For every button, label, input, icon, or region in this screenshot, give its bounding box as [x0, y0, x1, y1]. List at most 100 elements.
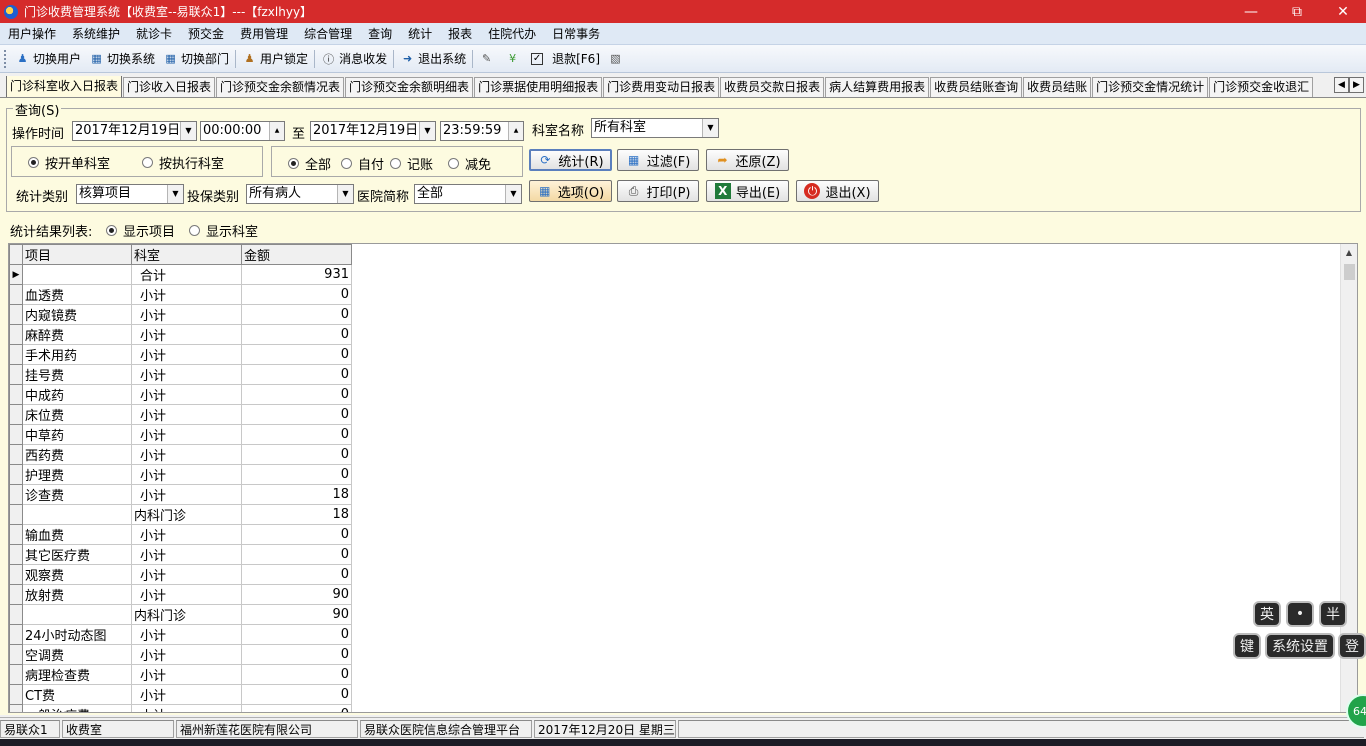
row-indicator[interactable]	[9, 524, 23, 545]
cell-item[interactable]: 挂号费	[22, 364, 132, 385]
cell-amount[interactable]: 0	[241, 384, 352, 405]
cell-amount[interactable]: 0	[241, 404, 352, 425]
options-button[interactable]: ▦ 选项(O)	[529, 180, 612, 202]
ime-keyboard-button[interactable]: 键	[1233, 633, 1261, 659]
cell-amount[interactable]: 0	[241, 324, 352, 345]
chevron-down-icon[interactable]: ▼	[702, 119, 718, 137]
cell-item[interactable]: 诊查费	[22, 484, 132, 505]
cell-amount[interactable]: 931	[241, 264, 352, 285]
table-row[interactable]: ▶ 合计 931	[9, 264, 352, 285]
row-indicator[interactable]	[9, 324, 23, 345]
table-row[interactable]: 手术用药 小计 0	[9, 344, 352, 365]
cell-amount[interactable]: 18	[241, 484, 352, 505]
radio-pay-self[interactable]: 自付	[341, 154, 384, 173]
table-row[interactable]: 内窥镜费 小计 0	[9, 304, 352, 325]
export-button[interactable]: X 导出(E)	[706, 180, 789, 202]
row-indicator[interactable]	[9, 344, 23, 365]
menu-general-management[interactable]: 综合管理	[296, 23, 360, 45]
cell-item[interactable]	[22, 604, 132, 625]
spin-arrows-icon[interactable]: ▲▼	[269, 122, 284, 140]
cell-dept[interactable]: 合计	[131, 264, 242, 285]
table-row[interactable]: 输血费 小计 0	[9, 524, 352, 545]
table-row[interactable]: 内科门诊 18	[9, 504, 352, 525]
radio-billing-dept[interactable]: 按开单科室	[28, 153, 110, 172]
menu-statistics[interactable]: 统计	[400, 23, 440, 45]
cell-item[interactable]: 中成药	[22, 384, 132, 405]
tab-outpatient-income-daily[interactable]: 门诊收入日报表	[123, 77, 216, 97]
cell-amount[interactable]: 0	[241, 304, 352, 325]
cell-item[interactable]: 西药费	[22, 444, 132, 465]
cell-amount[interactable]: 90	[241, 604, 352, 625]
spin-arrows-icon[interactable]: ▲▼	[508, 122, 523, 140]
table-row[interactable]: 诊查费 小计 18	[9, 484, 352, 505]
cell-item[interactable]: 中草药	[22, 424, 132, 445]
menu-reports[interactable]: 报表	[440, 23, 480, 45]
menu-query[interactable]: 查询	[360, 23, 400, 45]
dept-select[interactable]: 所有科室 ▼	[591, 118, 719, 138]
column-header-dept[interactable]: 科室	[131, 244, 242, 265]
row-indicator[interactable]	[9, 464, 23, 485]
cell-item[interactable]: 病理检查费	[22, 664, 132, 685]
end-date-picker[interactable]: 2017年12月19日 ▼	[310, 121, 436, 141]
scroll-thumb[interactable]	[1344, 264, 1355, 280]
ime-lang-button[interactable]: 英	[1253, 601, 1281, 627]
current-row-indicator-icon[interactable]: ▶	[9, 264, 23, 285]
exit-system-button[interactable]: ➜ 退出系统	[396, 48, 470, 70]
cell-dept[interactable]: 小计	[131, 484, 242, 505]
table-row[interactable]: 麻醉费 小计 0	[9, 324, 352, 345]
hospital-select[interactable]: 全部 ▼	[414, 184, 522, 204]
cell-item[interactable]	[22, 504, 132, 525]
tab-prepay-statistics[interactable]: 门诊预交金情况统计	[1092, 77, 1209, 97]
cell-amount[interactable]: 0	[241, 544, 352, 565]
cell-amount[interactable]: 0	[241, 364, 352, 385]
tab-cashier-settle[interactable]: 收费员结账	[1023, 77, 1092, 97]
radio-pay-all[interactable]: 全部	[288, 154, 331, 173]
cell-dept[interactable]: 小计	[131, 584, 242, 605]
menu-user-ops[interactable]: 用户操作	[0, 23, 64, 45]
insurance-select[interactable]: 所有病人 ▼	[246, 184, 354, 204]
stat-button[interactable]: ⟳ 统计(R)	[529, 149, 612, 171]
chevron-down-icon[interactable]: ▼	[180, 122, 196, 140]
table-row[interactable]: 挂号费 小计 0	[9, 364, 352, 385]
menu-prepay[interactable]: 预交金	[180, 23, 232, 45]
table-row[interactable]: 血透费 小计 0	[9, 284, 352, 305]
row-indicator[interactable]	[9, 484, 23, 505]
cell-item[interactable]: 内窥镜费	[22, 304, 132, 325]
column-header-amount[interactable]: 金额	[241, 244, 352, 265]
cell-amount[interactable]: 90	[241, 584, 352, 605]
tab-dept-income-daily[interactable]: 门诊科室收入日报表	[6, 76, 123, 97]
table-row[interactable]: 其它医疗费 小计 0	[9, 544, 352, 565]
ime-login-button[interactable]: 登	[1338, 633, 1366, 659]
table-row[interactable]: 中草药 小计 0	[9, 424, 352, 445]
table-row[interactable]: 空调费 小计 0	[9, 644, 352, 665]
edit-tool-button[interactable]: ✎	[475, 48, 501, 70]
lock-user-button[interactable]: ♟ 用户锁定	[238, 48, 312, 70]
ime-settings-button[interactable]: 系统设置	[1265, 633, 1335, 659]
table-row[interactable]: 病理检查费 小计 0	[9, 664, 352, 685]
cell-dept[interactable]: 小计	[131, 324, 242, 345]
cell-item[interactable]: CT费	[22, 684, 132, 705]
cell-dept[interactable]: 小计	[131, 444, 242, 465]
switch-system-button[interactable]: ▦ 切换系统	[85, 48, 159, 70]
print-button[interactable]: ⎙ 打印(P)	[617, 180, 699, 202]
stat-type-select[interactable]: 核算项目 ▼	[76, 184, 184, 204]
result-grid[interactable]: 项目 科室 金额 ▶ 合计 931 血透费 小计 0 内窥镜费 小计 0 麻醉费 小计 0 手术用药 小计…	[8, 243, 1358, 713]
cell-dept[interactable]: 内科门诊	[131, 504, 242, 525]
restore-button[interactable]: ⧉	[1274, 0, 1320, 23]
exit-button[interactable]: ⏻ 退出(X)	[796, 180, 879, 202]
cell-dept[interactable]: 小计	[131, 424, 242, 445]
filter-button[interactable]: ▦ 过滤(F)	[617, 149, 699, 171]
cell-amount[interactable]: 0	[241, 284, 352, 305]
messages-button[interactable]: ⓘ 消息收发	[317, 48, 391, 70]
menu-fee-management[interactable]: 费用管理	[232, 23, 296, 45]
row-indicator[interactable]	[9, 624, 23, 645]
ime-punct-button[interactable]: •	[1286, 601, 1314, 627]
cell-dept[interactable]: 小计	[131, 564, 242, 585]
cell-item[interactable]: 血透费	[22, 284, 132, 305]
row-indicator[interactable]	[9, 544, 23, 565]
cell-dept[interactable]: 小计	[131, 644, 242, 665]
row-indicator[interactable]	[9, 564, 23, 585]
tab-cashier-payment-daily[interactable]: 收费员交款日报表	[720, 77, 825, 97]
cell-item[interactable]: 24小时动态图	[22, 624, 132, 645]
table-row[interactable]: 观察费 小计 0	[9, 564, 352, 585]
